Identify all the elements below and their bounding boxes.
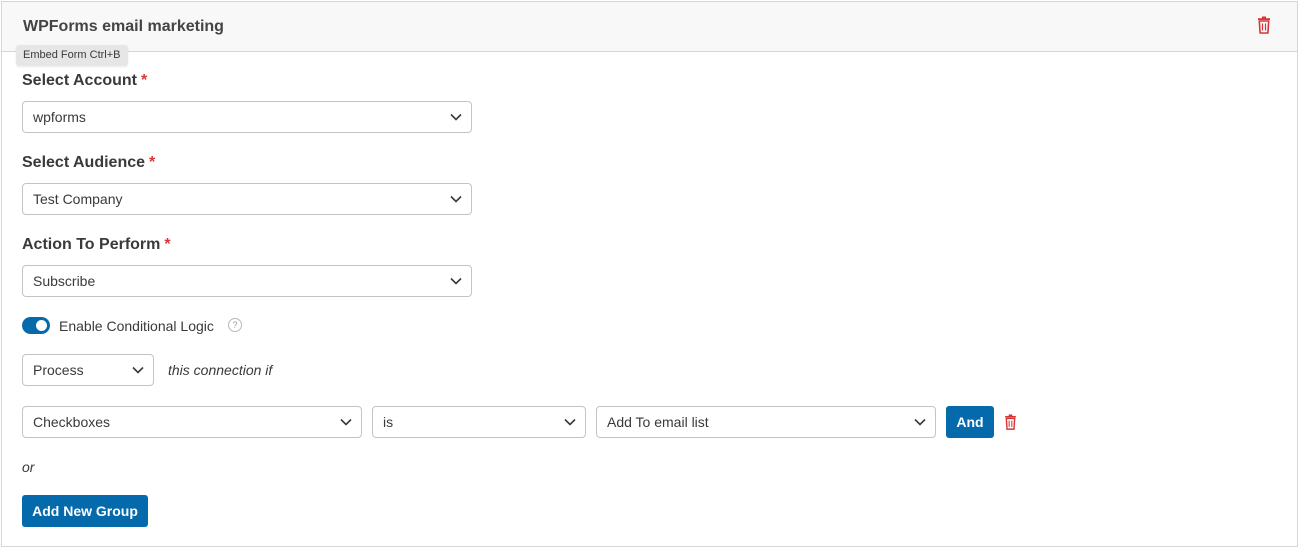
select-account-label-text: Select Account <box>22 72 137 89</box>
conditional-logic-label: Enable Conditional Logic <box>59 318 214 334</box>
select-audience-label-text: Select Audience <box>22 154 146 171</box>
chevron-down-icon <box>914 418 926 426</box>
required-marker: * <box>141 72 148 89</box>
rule-field-value: Checkboxes <box>33 414 111 430</box>
conditional-logic-toggle[interactable] <box>22 317 50 334</box>
chevron-down-icon <box>340 418 352 426</box>
select-account-value: wpforms <box>33 109 86 125</box>
toggle-knob <box>36 320 47 331</box>
connection-text: this connection if <box>168 362 273 378</box>
add-new-group-button[interactable]: Add New Group <box>22 495 148 527</box>
required-marker: * <box>164 236 171 253</box>
rule-field-dropdown[interactable]: Checkboxes <box>22 406 362 438</box>
panel-header: WPForms email marketing <box>2 2 1297 52</box>
chevron-down-icon <box>132 366 144 374</box>
select-audience-value: Test Company <box>33 191 123 207</box>
action-dropdown[interactable]: Subscribe <box>22 265 472 297</box>
action-value: Subscribe <box>33 273 96 289</box>
trash-icon[interactable] <box>1004 414 1017 430</box>
required-marker: * <box>149 154 156 171</box>
select-audience-dropdown[interactable]: Test Company <box>22 183 472 215</box>
or-text: or <box>22 459 35 475</box>
select-account-label: Select Account * <box>22 72 147 90</box>
chevron-down-icon <box>450 113 462 121</box>
rule-operator-dropdown[interactable]: is <box>372 406 586 438</box>
action-label-text: Action To Perform <box>22 236 161 253</box>
and-button[interactable]: And <box>946 406 994 438</box>
trash-icon[interactable] <box>1257 16 1271 34</box>
chevron-down-icon <box>450 195 462 203</box>
help-icon[interactable]: ? <box>228 318 242 332</box>
chevron-down-icon <box>450 277 462 285</box>
rule-operator-value: is <box>383 414 394 430</box>
select-account-dropdown[interactable]: wpforms <box>22 101 472 133</box>
rule-value-dropdown[interactable]: Add To email list <box>596 406 936 438</box>
process-dropdown[interactable]: Process <box>22 354 154 386</box>
panel-title: WPForms email marketing <box>23 18 224 35</box>
action-label: Action To Perform * <box>22 236 171 254</box>
process-value: Process <box>33 362 84 378</box>
chevron-down-icon <box>564 418 576 426</box>
rule-value-value: Add To email list <box>607 414 709 430</box>
select-audience-label: Select Audience * <box>22 154 155 172</box>
embed-form-tooltip: Embed Form Ctrl+B <box>16 45 128 66</box>
